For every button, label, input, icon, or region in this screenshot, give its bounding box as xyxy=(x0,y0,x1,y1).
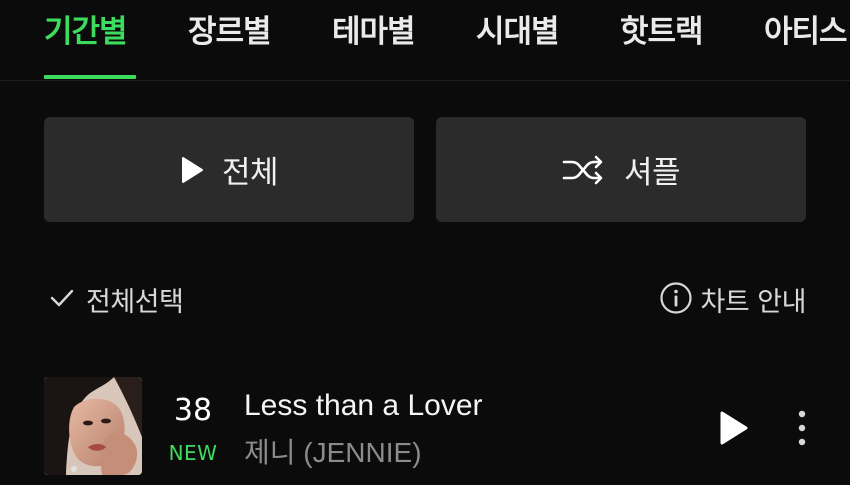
shuffle-button[interactable]: 셔플 xyxy=(436,117,806,222)
play-icon xyxy=(180,156,204,184)
chart-guide-button[interactable]: 차트 안내 xyxy=(659,280,807,319)
tab-period[interactable]: 기간별 xyxy=(44,6,128,51)
tab-genre[interactable]: 장르별 xyxy=(188,6,272,51)
play-all-button[interactable]: 전체 xyxy=(44,117,414,222)
song-title[interactable]: Less than a Lover xyxy=(244,389,483,423)
check-icon xyxy=(48,284,76,316)
song-play-button[interactable] xyxy=(716,409,750,451)
select-all-button[interactable]: 전체선택 xyxy=(48,280,184,319)
play-all-label: 전체 xyxy=(221,155,279,191)
play-icon xyxy=(716,411,750,451)
shuffle-icon xyxy=(562,155,606,185)
tab-hot-track[interactable]: 핫트랙 xyxy=(620,6,704,51)
select-all-label: 전체선택 xyxy=(86,287,184,318)
album-art[interactable] xyxy=(44,377,142,475)
list-tools-row: 전체선택 차트 안내 xyxy=(0,278,850,322)
more-vertical-icon xyxy=(790,410,814,453)
active-tab-indicator xyxy=(44,75,136,79)
rank-change-badge: NEW xyxy=(168,441,218,465)
info-icon xyxy=(659,281,693,319)
chart-tab-bar: 기간별 장르별 테마별 시대별 핫트랙 아티스 xyxy=(0,0,850,81)
song-list-item[interactable]: 38 NEW Less than a Lover 제니 (JENNIE) xyxy=(0,375,850,480)
chart-guide-label: 차트 안내 xyxy=(700,287,807,318)
tab-theme[interactable]: 테마별 xyxy=(332,6,416,51)
tab-artist[interactable]: 아티스 xyxy=(764,6,848,51)
tab-era[interactable]: 시대별 xyxy=(476,6,560,51)
song-artist[interactable]: 제니 (JENNIE) xyxy=(244,431,422,471)
shuffle-label: 셔플 xyxy=(623,155,681,191)
chart-rank: 38 xyxy=(173,393,213,428)
more-options-button[interactable] xyxy=(790,409,814,449)
